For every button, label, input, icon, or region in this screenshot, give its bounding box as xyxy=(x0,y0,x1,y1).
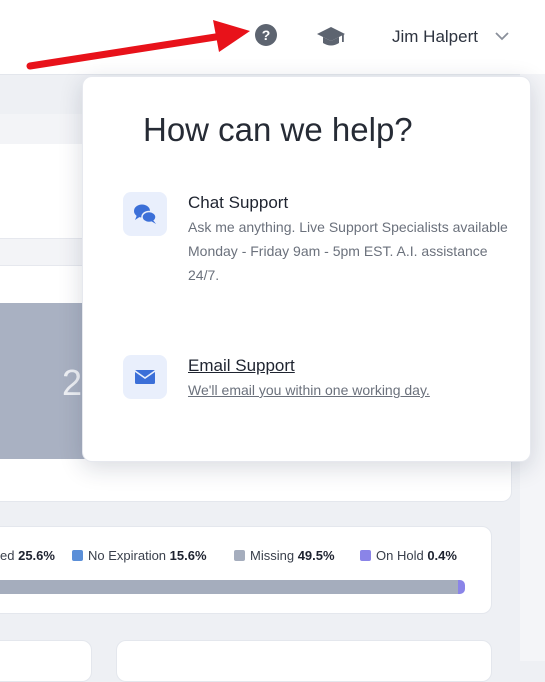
legend-label: No Expiration xyxy=(88,548,167,563)
legend-label: ed xyxy=(0,548,15,563)
chat-bubbles-glyph xyxy=(134,204,157,224)
chat-support-description: Ask me anything. Live Support Specialist… xyxy=(188,219,508,283)
legend-item-on-hold: On Hold 0.4% xyxy=(360,548,457,563)
panel-divider-strip xyxy=(0,238,90,266)
envelope-glyph xyxy=(134,370,156,384)
popover-title: How can we help? xyxy=(143,111,413,148)
legend-value: 49.5% xyxy=(297,548,335,563)
legend-swatch xyxy=(234,550,245,561)
panel-header-strip xyxy=(0,114,90,144)
legend-value: 15.6% xyxy=(169,548,207,563)
help-popover: How can we help? Chat Support Ask me any… xyxy=(82,76,531,462)
bottom-card xyxy=(116,640,492,682)
user-menu-name[interactable]: Jim Halpert xyxy=(392,27,478,47)
envelope-icon[interactable] xyxy=(123,355,167,399)
legend-item-expired: ed 25.6% xyxy=(0,548,55,563)
status-progress-bar xyxy=(0,580,462,594)
chat-bubbles-icon[interactable] xyxy=(123,192,167,236)
chat-support-title[interactable]: Chat Support xyxy=(188,193,288,213)
top-bar: ? Jim Halpert xyxy=(0,0,545,75)
chevron-down-icon[interactable] xyxy=(495,31,509,41)
email-support-link[interactable]: Email Support xyxy=(188,356,295,376)
legend-item-missing: Missing 49.5% xyxy=(234,548,335,563)
legend-value: 0.4% xyxy=(427,548,457,563)
legend-label: On Hold xyxy=(376,548,424,563)
status-progress-onhold xyxy=(458,580,465,594)
email-support-description[interactable]: We'll email you within one working day. xyxy=(188,378,508,402)
legend-swatch xyxy=(72,550,83,561)
legend-item-no-expiration: No Expiration 15.6% xyxy=(72,548,207,563)
help-circle-icon[interactable]: ? xyxy=(255,24,277,46)
status-legend-card xyxy=(0,526,492,614)
legend-value: 25.6% xyxy=(18,548,55,563)
graduation-cap-icon[interactable] xyxy=(316,25,346,49)
legend-swatch xyxy=(360,550,371,561)
stat-value: 2 xyxy=(62,362,83,403)
bottom-card xyxy=(0,640,92,682)
legend-label: Missing xyxy=(250,548,295,563)
